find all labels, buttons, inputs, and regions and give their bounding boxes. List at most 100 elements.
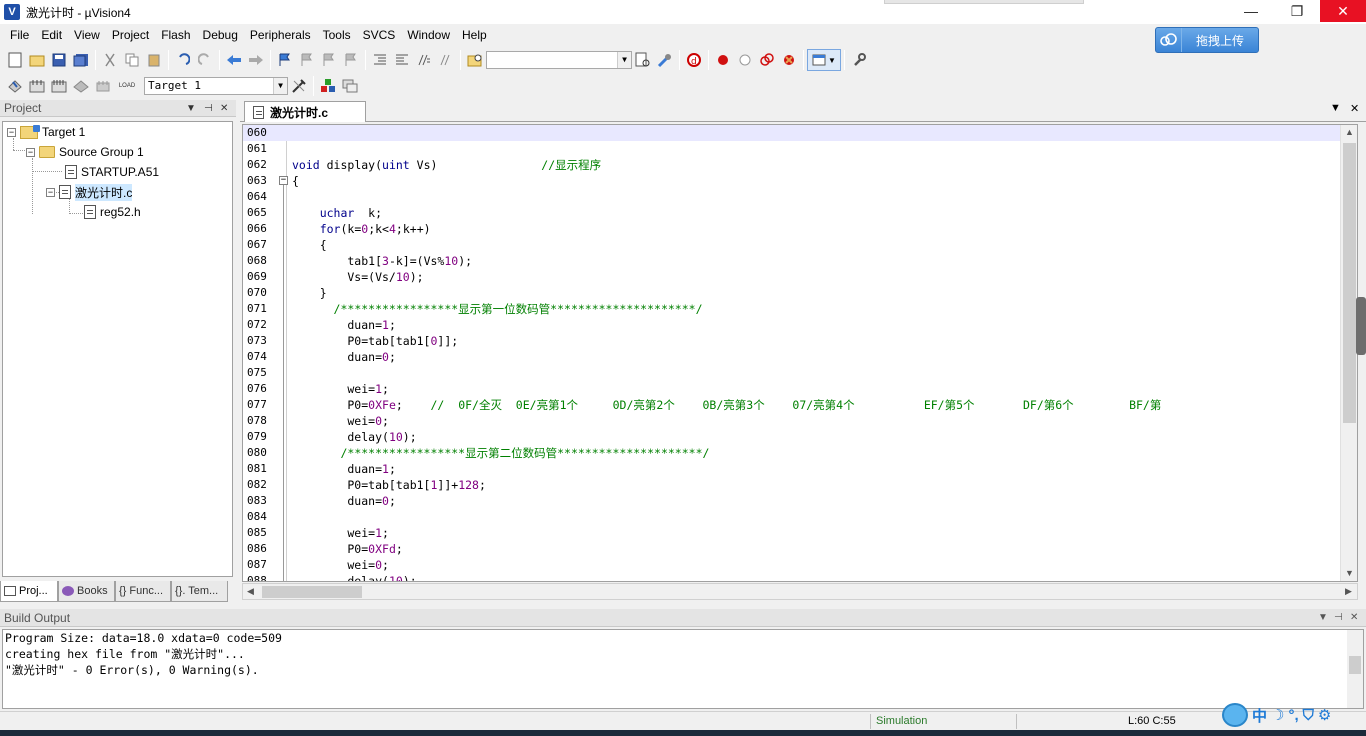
debug-session-icon[interactable]: d [683,49,705,71]
code-line[interactable]: 062 void display(uint Vs) //显示程序 [243,157,1347,173]
uncomment-icon[interactable] [435,49,457,71]
new-file-icon[interactable] [4,49,26,71]
build-icon[interactable] [26,75,48,97]
fold-collapse-icon[interactable]: − [279,176,288,185]
menu-edit[interactable]: Edit [35,24,68,46]
cut-icon[interactable] [99,49,121,71]
code-line[interactable]: 088 delay(10); [243,573,1347,581]
find-icon[interactable] [632,49,654,71]
code-line[interactable]: 087 wei=0; [243,557,1347,573]
minimize-button[interactable]: — [1228,0,1274,22]
open-folder-icon[interactable] [26,49,48,71]
undo-icon[interactable] [172,49,194,71]
tab-templates[interactable]: {}. Tem... [171,581,228,602]
tree-item-target[interactable]: − Target 1 [7,123,85,141]
save-all-icon[interactable] [70,49,92,71]
menu-peripherals[interactable]: Peripherals [244,24,317,46]
code-line[interactable]: 065 uchar k; [243,205,1347,221]
translate-icon[interactable] [4,75,26,97]
batch-build-icon[interactable] [70,75,92,97]
tree-item-group[interactable]: − Source Group 1 [26,143,144,161]
scroll-down-icon[interactable]: ▼ [1345,568,1354,578]
scroll-left-icon[interactable]: ◀ [247,586,254,597]
vertical-scrollbar[interactable] [1347,630,1363,708]
code-editor[interactable]: 060 061 062 void display(uint Vs) //显示程序 063… [242,124,1358,582]
breakpoint-disable-all-icon[interactable] [756,49,778,71]
scroll-thumb[interactable] [1343,143,1356,423]
panel-pin-icon[interactable]: ⊣ [204,100,213,117]
code-line[interactable]: 066 for(k=0;k<4;k++) [243,221,1347,237]
redo-icon[interactable] [194,49,216,71]
bookmark-clear-icon[interactable] [340,49,362,71]
load-download-icon[interactable]: LOAD [114,75,140,97]
upload-button[interactable]: 拖拽上传 [1155,27,1259,53]
ime-skin-icon[interactable]: ⛉ [1303,707,1314,724]
menu-project[interactable]: Project [106,24,155,46]
editor-close-icon[interactable]: ✕ [1350,102,1359,115]
panel-pin-icon[interactable]: ⊣ [1334,612,1343,623]
ime-language[interactable]: 中 [1252,705,1267,726]
code-line[interactable]: 075 [243,365,1347,381]
code-line[interactable]: 074 duan=0; [243,349,1347,365]
code-line[interactable]: 080 /*****************显示第二位数码管**********… [243,445,1347,461]
panel-close-icon[interactable]: ✕ [1350,612,1358,623]
ime-settings-icon[interactable]: ⚙ [1318,706,1331,724]
bookmark-next-icon[interactable] [318,49,340,71]
code-line[interactable]: 086 P0=0XFd; [243,541,1347,557]
code-line[interactable]: 068 tab1[3-k]=(Vs%10); [243,253,1347,269]
paste-icon[interactable] [143,49,165,71]
menu-tools[interactable]: Tools [317,24,357,46]
comment-icon[interactable] [413,49,435,71]
code-line[interactable]: 078 wei=0; [243,413,1347,429]
collapse-icon[interactable]: − [7,127,16,137]
breakpoint-icon[interactable] [712,49,734,71]
code-line[interactable]: 083 duan=0; [243,493,1347,509]
scroll-right-icon[interactable]: ▶ [1345,586,1352,597]
copy-icon[interactable] [121,49,143,71]
tab-books[interactable]: Books [58,581,115,602]
scroll-up-icon[interactable]: ▲ [1345,127,1354,137]
code-line[interactable]: 070 } [243,285,1347,301]
indent-icon[interactable] [369,49,391,71]
scroll-thumb[interactable] [262,586,362,598]
code-line[interactable]: 072 duan=1; [243,317,1347,333]
rebuild-icon[interactable] [48,75,70,97]
breakpoint-kill-all-icon[interactable] [778,49,800,71]
code-line[interactable]: 077 P0=0XFe; // 0F/全灭 0E/亮第1个 0D/亮第2个 0B… [243,397,1347,413]
ime-toolbar[interactable]: 中 ☽ °, ⛉ ⚙ [1222,700,1366,730]
code-line[interactable]: 061 [243,141,1347,157]
code-line[interactable]: 069 Vs=(Vs/10); [243,269,1347,285]
find-combo[interactable]: ▼ [486,51,632,69]
stop-build-icon[interactable] [92,75,114,97]
chevron-down-icon[interactable]: ▼ [273,78,287,94]
code-line[interactable]: 073 P0=tab[tab1[0]]; [243,333,1347,349]
unindent-icon[interactable] [391,49,413,71]
horizontal-scrollbar[interactable]: ◀ ▶ [242,583,1358,600]
tab-functions[interactable]: {} Func... [115,581,171,602]
code-line[interactable]: 081 duan=1; [243,461,1347,477]
nav-forward-icon[interactable] [245,49,267,71]
menu-flash[interactable]: Flash [155,24,196,46]
bookmark-prev-icon[interactable] [296,49,318,71]
breakpoint-disable-icon[interactable] [734,49,756,71]
build-output-text[interactable]: Program Size: data=18.0 xdata=0 code=509… [2,629,1364,709]
code-line[interactable]: 067 { [243,237,1347,253]
incremental-find-icon[interactable] [654,49,676,71]
collapse-icon[interactable]: − [26,147,35,157]
bookmark-icon[interactable] [274,49,296,71]
menu-view[interactable]: View [68,24,106,46]
editor-dropdown-icon[interactable]: ▼ [1330,102,1341,114]
nav-back-icon[interactable] [223,49,245,71]
panel-dropdown-icon[interactable]: ▼ [186,100,196,117]
code-line[interactable]: 063 {− [243,173,1347,189]
tab-project[interactable]: Proj... [0,581,58,602]
ime-punct-icon[interactable]: °, [1288,707,1298,724]
code-line[interactable]: 064 [243,189,1347,205]
vertical-scrollbar[interactable]: ▲ ▼ [1340,125,1357,581]
code-line[interactable]: 084 [243,509,1347,525]
code-line[interactable]: 079 delay(10); [243,429,1347,445]
tree-item-file[interactable]: STARTUP.A51 [65,163,159,181]
code-line[interactable]: 085 wei=1; [243,525,1347,541]
find-in-files-icon[interactable] [464,49,486,71]
code-line[interactable]: 060 [243,125,1347,141]
